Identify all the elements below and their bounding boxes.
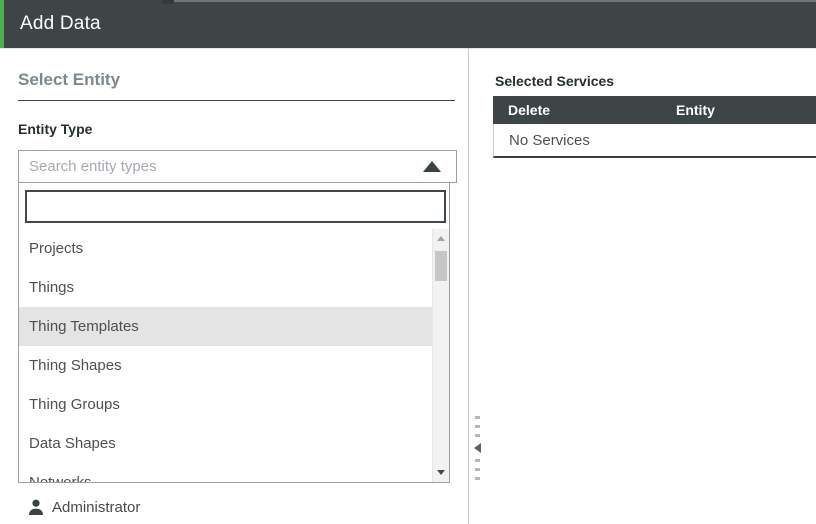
dialog-header: Add Data xyxy=(0,0,816,49)
splitter-dot xyxy=(474,425,480,428)
select-entity-title: Select Entity xyxy=(18,70,121,89)
top-edge-notch xyxy=(162,0,174,4)
entity-type-combobox[interactable]: Search entity types xyxy=(18,150,457,183)
splitter-dot xyxy=(474,416,480,419)
green-accent-strip xyxy=(0,0,4,48)
list-item-networks[interactable]: Networks xyxy=(19,463,432,482)
list-item-thing-shapes[interactable]: Thing Shapes xyxy=(19,346,432,385)
administrator-label: Administrator xyxy=(52,498,141,516)
chevron-up-icon[interactable] xyxy=(423,161,441,172)
administrator-row[interactable]: Administrator xyxy=(28,494,140,520)
entity-type-list: Projects Things Thing Templates Thing Sh… xyxy=(19,229,432,482)
list-item-thing-templates[interactable]: Thing Templates xyxy=(19,307,432,346)
column-header-entity: Entity xyxy=(676,102,715,118)
splitter-dot xyxy=(474,459,480,462)
table-empty-row: No Services xyxy=(493,124,816,158)
top-edge-line xyxy=(168,0,816,2)
person-icon xyxy=(29,499,43,515)
list-item-thing-groups[interactable]: Thing Groups xyxy=(19,385,432,424)
entity-type-label: Entity Type xyxy=(18,121,93,137)
splitter-dot xyxy=(474,434,480,437)
entity-type-filter-input[interactable] xyxy=(25,190,446,223)
list-item-data-shapes[interactable]: Data Shapes xyxy=(19,424,432,463)
section-divider-line xyxy=(18,100,455,101)
dialog-title: Add Data xyxy=(20,13,101,34)
column-header-delete: Delete xyxy=(508,102,551,118)
scroll-down-icon[interactable] xyxy=(437,470,445,475)
entity-type-dropdown: Projects Things Thing Templates Thing Sh… xyxy=(18,183,450,483)
list-item-things[interactable]: Things xyxy=(19,268,432,307)
selected-services-title: Selected Services xyxy=(495,73,615,89)
dropdown-scrollbar[interactable] xyxy=(432,229,449,482)
splitter-dot xyxy=(474,477,480,480)
scrollbar-thumb[interactable] xyxy=(435,251,447,281)
splitter-dot xyxy=(474,468,480,471)
scroll-up-icon[interactable] xyxy=(437,236,445,241)
table-header-row: Delete Entity xyxy=(493,96,816,124)
combobox-placeholder: Search entity types xyxy=(29,158,157,175)
panel-divider xyxy=(468,48,469,524)
no-services-message: No Services xyxy=(509,131,590,149)
selected-services-table: Delete Entity No Services xyxy=(493,96,816,158)
splitter-handle[interactable] xyxy=(471,413,483,483)
collapse-left-icon[interactable] xyxy=(473,443,481,453)
list-item-projects[interactable]: Projects xyxy=(19,229,432,268)
